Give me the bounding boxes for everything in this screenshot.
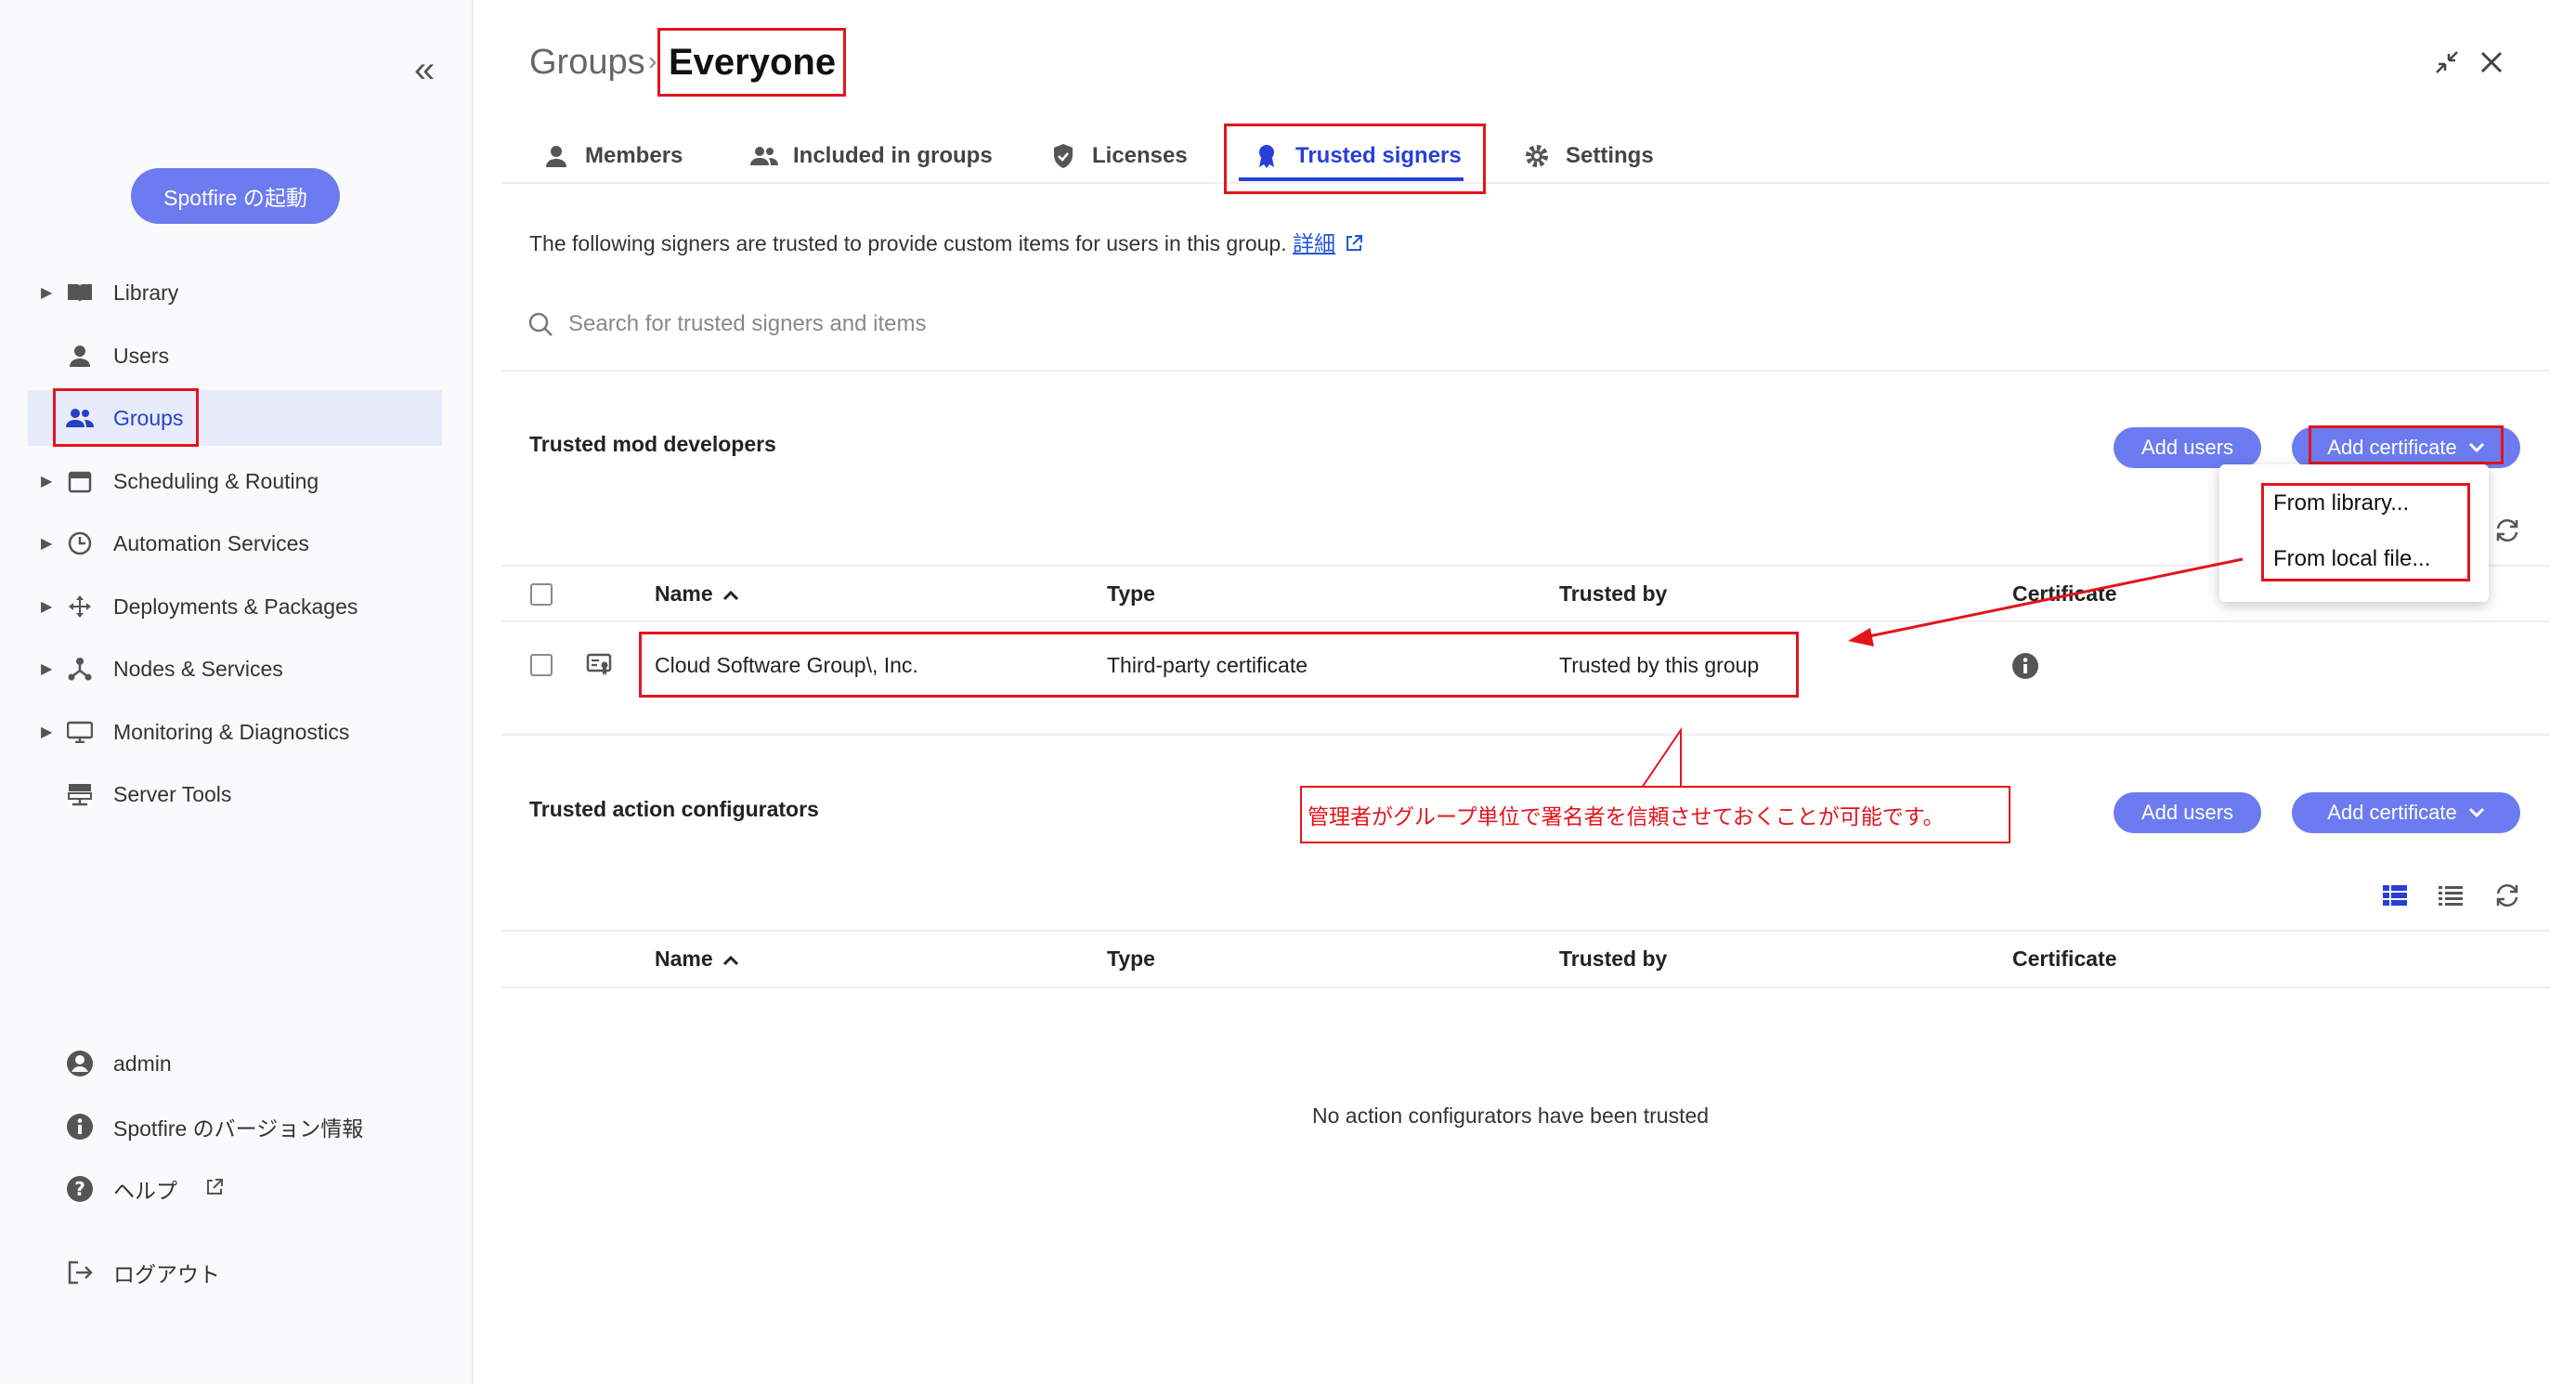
sort-ascending-icon bbox=[722, 955, 739, 966]
chevron-down-icon bbox=[2468, 807, 2484, 818]
annotation-callout: 管理者がグループ単位で署名者を信頼させておくことが可能です。 bbox=[1300, 786, 2010, 843]
column-header-certificate[interactable]: Certificate bbox=[2012, 947, 2116, 972]
column-header-name[interactable]: Name bbox=[655, 947, 739, 972]
section-title-action-configurators: Trusted action configurators bbox=[529, 797, 819, 821]
annotation-arrow-line bbox=[1864, 557, 2244, 639]
annotation-arrowhead bbox=[1848, 628, 1874, 646]
column-header-trusted-by[interactable]: Trusted by bbox=[1559, 947, 1667, 972]
list-view-icon[interactable] bbox=[2438, 882, 2464, 913]
add-certificate-label: Add certificate bbox=[2327, 801, 2457, 824]
empty-state-message: No action configurators have been truste… bbox=[1312, 1103, 1710, 1128]
annotation-overlay bbox=[1641, 557, 2244, 789]
add-users-button[interactable]: Add users bbox=[2114, 792, 2261, 833]
add-certificate-button[interactable]: Add certificate bbox=[2292, 792, 2520, 833]
table-divider bbox=[501, 930, 2550, 932]
refresh-icon[interactable] bbox=[2494, 882, 2520, 913]
column-name-label: Name bbox=[655, 947, 713, 971]
table-divider bbox=[501, 986, 2550, 988]
column-header-type[interactable]: Type bbox=[1107, 947, 1155, 972]
grid-view-icon[interactable] bbox=[2382, 882, 2408, 913]
